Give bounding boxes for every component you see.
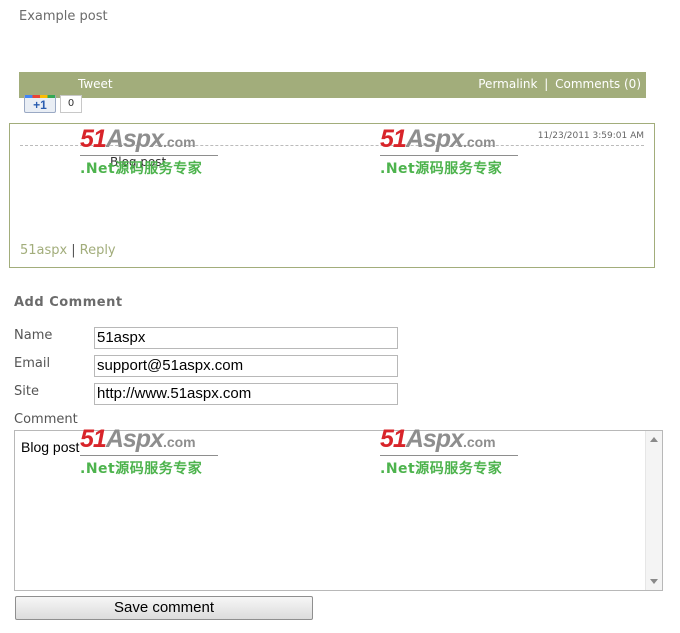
permalink-link[interactable]: Permalink (478, 77, 537, 91)
comment-item: 11/23/2011 3:59:01 AM Blog post 51aspx | R… (9, 123, 655, 268)
comments-link[interactable]: Comments (0) (555, 77, 641, 91)
comment-body: Blog post (110, 155, 167, 169)
google-plus-one-button[interactable]: +1 (24, 95, 56, 113)
comment-textarea[interactable]: Blog post (14, 430, 663, 591)
site-field[interactable]: http://www.51aspx.com (94, 383, 398, 405)
email-field[interactable]: support@51aspx.com (94, 355, 398, 377)
link-separator: | (544, 77, 549, 91)
textarea-scrollbar[interactable] (645, 431, 662, 590)
scroll-down-arrow-icon[interactable] (650, 579, 658, 584)
scroll-up-arrow-icon[interactable] (650, 437, 658, 442)
google-plus-one-label: +1 (33, 98, 47, 112)
comment-author-link[interactable]: 51aspx (20, 243, 67, 258)
reply-link[interactable]: Reply (80, 243, 116, 258)
comment-footer-separator: | (71, 243, 76, 258)
tweet-button[interactable]: Tweet (78, 77, 113, 91)
save-comment-button[interactable]: Save comment (15, 596, 313, 620)
site-label: Site (14, 384, 39, 399)
post-links: Permalink | Comments (0) (478, 77, 641, 91)
google-color-strip (25, 95, 55, 98)
email-label: Email (14, 356, 51, 371)
name-field[interactable]: 51aspx (94, 327, 398, 349)
share-bar: Tweet Permalink | Comments (0) (19, 72, 646, 98)
comment-divider (20, 145, 644, 146)
comment-date: 11/23/2011 3:59:01 AM (537, 131, 644, 141)
comment-textarea-value: Blog post (21, 439, 80, 455)
google-plus-one-count: 0 (60, 95, 82, 113)
post-title: Example post (19, 9, 108, 24)
add-comment-heading: Add Comment (14, 295, 123, 310)
comment-footer: 51aspx | Reply (20, 243, 116, 258)
name-label: Name (14, 328, 53, 343)
comment-label: Comment (14, 412, 78, 427)
